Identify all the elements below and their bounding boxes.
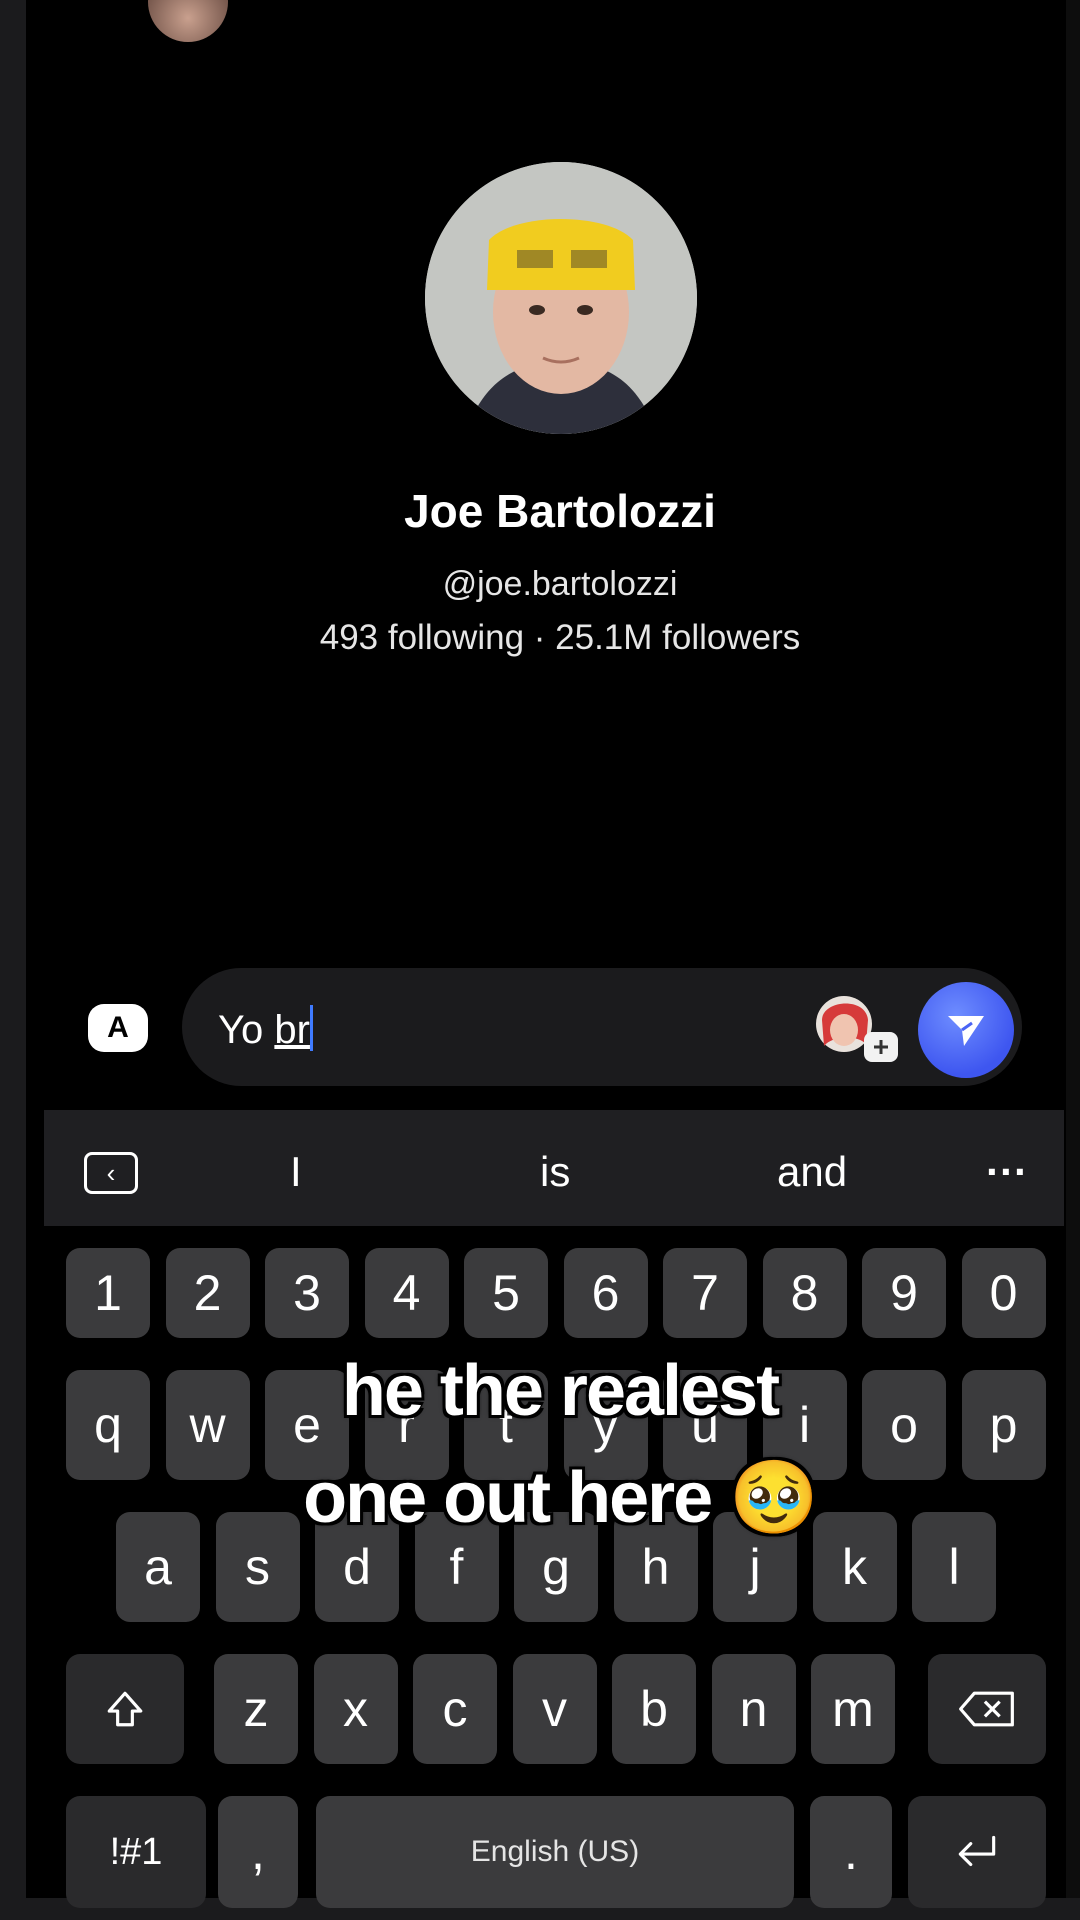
top-avatar [148, 0, 228, 42]
key-0[interactable]: 0 [961, 1248, 1046, 1338]
key-b[interactable]: b [612, 1654, 696, 1764]
symbols-key[interactable]: !#1 [66, 1796, 206, 1908]
comma-key[interactable]: , [218, 1796, 298, 1908]
caption-line-2: one out here 🥹 [303, 1458, 819, 1538]
backspace-icon [959, 1691, 1014, 1727]
key-x[interactable]: x [313, 1654, 398, 1764]
profile-photo [425, 162, 697, 434]
caption-line-1: he the realest [341, 1351, 780, 1431]
message-text-composing: br [274, 1008, 310, 1052]
key-1[interactable]: 1 [66, 1248, 150, 1338]
profile-name: Joe Bartolozzi [404, 485, 716, 537]
key-2[interactable]: 2 [165, 1248, 250, 1338]
suggestion-more-icon[interactable]: ··· [986, 1148, 1028, 1196]
key-m[interactable]: m [811, 1654, 895, 1764]
profile-avatar[interactable] [425, 162, 697, 434]
suggestion-1[interactable]: I [290, 1148, 302, 1196]
right-frame-edge [1066, 0, 1080, 1920]
key-4[interactable]: 4 [364, 1248, 449, 1338]
key-8[interactable]: 8 [762, 1248, 847, 1338]
keyboard-toggle-button[interactable]: A [88, 1004, 148, 1052]
sticker-add-icon[interactable] [812, 990, 902, 1066]
message-text-plain: Yo [218, 1008, 275, 1052]
shift-icon [107, 1691, 143, 1727]
key-c[interactable]: c [413, 1654, 497, 1764]
key-n[interactable]: n [711, 1654, 796, 1764]
suggestion-2[interactable]: is [540, 1148, 570, 1196]
key-v[interactable]: v [512, 1654, 597, 1764]
key-3[interactable]: 3 [265, 1248, 349, 1338]
backspace-key[interactable] [928, 1654, 1046, 1764]
key-5[interactable]: 5 [464, 1248, 548, 1338]
enter-icon [958, 1835, 996, 1867]
period-key[interactable]: . [810, 1796, 892, 1908]
space-key[interactable]: English (US) [316, 1796, 794, 1908]
send-button[interactable] [918, 982, 1014, 1078]
left-frame-edge [0, 0, 26, 1920]
suggestion-collapse-icon[interactable]: ‹ [84, 1152, 138, 1194]
send-icon [948, 1016, 984, 1046]
suggestion-3[interactable]: and [777, 1148, 847, 1196]
key-9[interactable]: 9 [862, 1248, 946, 1338]
key-6[interactable]: 6 [563, 1248, 648, 1338]
profile-stats: 493 following · 25.1M followers [319, 618, 801, 657]
key-7[interactable]: 7 [663, 1248, 747, 1338]
profile-handle: @joe.bartolozzi [442, 565, 678, 603]
key-z[interactable]: z [214, 1654, 298, 1764]
text-caret [309, 1005, 313, 1051]
shift-key[interactable] [66, 1654, 184, 1764]
enter-key[interactable] [908, 1796, 1046, 1908]
message-text[interactable]: Yo br [218, 1005, 313, 1053]
